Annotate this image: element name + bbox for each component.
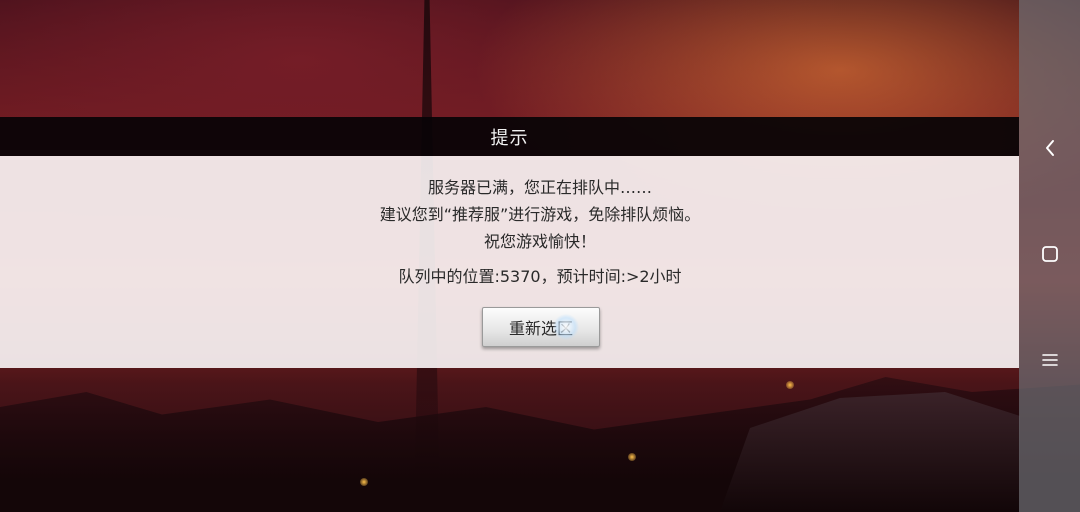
message-line-server-full: 服务器已满，您正在排队中…… [427, 178, 652, 197]
dialog-title-bar: 提示 [0, 117, 1019, 156]
chevron-left-icon [1043, 138, 1057, 162]
message-line-recommend: 建议您到“推荐服”进行游戏，免除排队烦恼。 [379, 205, 701, 224]
ember-glow [360, 478, 368, 486]
queue-dialog: 服务器已满，您正在排队中…… 建议您到“推荐服”进行游戏，免除排队烦恼。 祝您游… [0, 156, 1019, 368]
reselect-server-label: 重新选区 [508, 319, 573, 338]
game-screen: 提示 服务器已满，您正在排队中…… 建议您到“推荐服”进行游戏，免除排队烦恼。 … [0, 0, 1080, 512]
system-nav-bar [1019, 0, 1080, 512]
nav-home-button[interactable] [1019, 236, 1080, 276]
ember-glow [786, 381, 794, 389]
hamburger-menu-icon [1041, 352, 1059, 372]
reselect-server-button[interactable]: 重新选区 [482, 307, 600, 347]
rounded-square-icon [1041, 245, 1059, 267]
queue-status-text: 队列中的位置:5370，预计时间:>2小时 [398, 267, 682, 286]
ember-glow [628, 453, 636, 461]
dialog-title: 提示 [490, 127, 529, 149]
nav-menu-button[interactable] [1019, 342, 1080, 382]
nav-back-button[interactable] [1019, 130, 1080, 170]
message-line-wish: 祝您游戏愉快！ [483, 232, 596, 251]
